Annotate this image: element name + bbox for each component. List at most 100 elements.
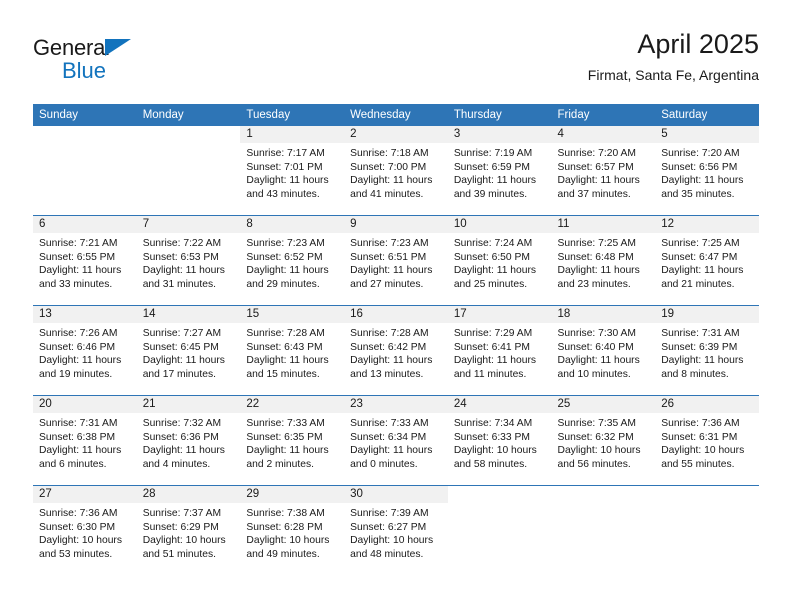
day-cell[interactable] xyxy=(137,126,241,216)
day-info: Sunrise: 7:26 AM Sunset: 6:46 PM Dayligh… xyxy=(33,323,137,381)
day-info: Sunrise: 7:23 AM Sunset: 6:51 PM Dayligh… xyxy=(344,233,448,291)
triangle-icon xyxy=(105,39,131,56)
sunrise-text: Sunrise: 7:22 AM xyxy=(142,238,222,249)
day-cell[interactable]: 19 Sunrise: 7:31 AM Sunset: 6:39 PM Dayl… xyxy=(655,305,759,396)
sunrise-text: Sunrise: 7:20 AM xyxy=(661,148,740,159)
day-cell[interactable]: 9 Sunrise: 7:23 AM Sunset: 6:51 PM Dayli… xyxy=(344,215,448,306)
day-cell[interactable]: 2 Sunrise: 7:18 AM Sunset: 7:00 PM Dayli… xyxy=(344,126,448,216)
day-cell[interactable]: 29 Sunrise: 7:38 AM Sunset: 6:28 PM Dayl… xyxy=(240,485,345,575)
day-cell[interactable]: 21 Sunrise: 7:32 AM Sunset: 6:36 PM Dayl… xyxy=(136,395,241,486)
sunrise-text: Sunrise: 7:33 AM xyxy=(246,418,325,429)
day-number: 23 xyxy=(344,396,448,413)
sunrise-text: Sunrise: 7:29 AM xyxy=(453,328,533,339)
daylight-line2: and 2 minutes. xyxy=(246,458,314,470)
sunset-text: Sunset: 6:45 PM xyxy=(142,341,219,353)
day-number: 20 xyxy=(33,396,137,413)
day-cell[interactable]: 4 Sunrise: 7:20 AM Sunset: 6:57 PM Dayli… xyxy=(551,126,656,216)
day-info: Sunrise: 7:17 AM Sunset: 7:01 PM Dayligh… xyxy=(240,143,344,201)
daylight-line1: Daylight: 11 hours xyxy=(557,175,640,187)
daylight-line1: Daylight: 11 hours xyxy=(350,265,433,277)
day-cell[interactable]: 22 Sunrise: 7:33 AM Sunset: 6:35 PM Dayl… xyxy=(240,395,345,486)
day-cell[interactable]: 6 Sunrise: 7:21 AM Sunset: 6:55 PM Dayli… xyxy=(33,215,137,306)
daylight-line2: and 6 minutes. xyxy=(39,458,107,470)
day-cell[interactable]: 14 Sunrise: 7:27 AM Sunset: 6:45 PM Dayl… xyxy=(136,305,241,396)
day-number: 21 xyxy=(136,396,241,413)
sunrise-text: Sunrise: 7:19 AM xyxy=(453,148,533,159)
day-cell[interactable]: 15 Sunrise: 7:28 AM Sunset: 6:43 PM Dayl… xyxy=(240,305,345,396)
sunrise-text: Sunrise: 7:31 AM xyxy=(661,328,740,339)
sunrise-text: Sunrise: 7:36 AM xyxy=(39,508,118,519)
daylight-line2: and 58 minutes. xyxy=(453,458,528,470)
sunset-text: Sunset: 6:32 PM xyxy=(557,431,634,443)
daylight-line2: and 23 minutes. xyxy=(557,278,631,290)
daylight-line1: Daylight: 10 hours xyxy=(39,535,122,547)
daylight-line1: Daylight: 11 hours xyxy=(350,175,433,187)
daylight-line2: and 55 minutes. xyxy=(661,458,735,470)
sunset-text: Sunset: 6:36 PM xyxy=(142,431,219,443)
daylight-line1: Daylight: 11 hours xyxy=(661,265,744,277)
day-cell[interactable]: 12 Sunrise: 7:25 AM Sunset: 6:47 PM Dayl… xyxy=(655,215,759,306)
day-info: Sunrise: 7:23 AM Sunset: 6:52 PM Dayligh… xyxy=(240,233,344,291)
daylight-line2: and 10 minutes. xyxy=(557,368,631,380)
sunrise-text: Sunrise: 7:28 AM xyxy=(350,328,429,339)
weekday-header-friday: Friday xyxy=(551,104,656,126)
sunrise-text: Sunrise: 7:25 AM xyxy=(661,238,740,249)
daylight-line2: and 13 minutes. xyxy=(350,368,424,380)
day-cell[interactable]: 3 Sunrise: 7:19 AM Sunset: 6:59 PM Dayli… xyxy=(447,126,552,216)
day-cell[interactable]: 1 Sunrise: 7:17 AM Sunset: 7:01 PM Dayli… xyxy=(240,126,345,216)
day-cell[interactable] xyxy=(33,126,137,216)
day-cell[interactable]: 27 Sunrise: 7:36 AM Sunset: 6:30 PM Dayl… xyxy=(33,485,137,575)
day-cell[interactable]: 8 Sunrise: 7:23 AM Sunset: 6:52 PM Dayli… xyxy=(240,215,345,306)
day-info: Sunrise: 7:38 AM Sunset: 6:28 PM Dayligh… xyxy=(240,503,344,561)
day-number xyxy=(552,486,656,503)
sunrise-text: Sunrise: 7:23 AM xyxy=(350,238,429,249)
weekday-header-thursday: Thursday xyxy=(447,104,552,126)
day-number: 16 xyxy=(344,306,448,323)
sunrise-text: Sunrise: 7:25 AM xyxy=(557,238,636,249)
day-number: 10 xyxy=(447,216,552,233)
sunset-text: Sunset: 6:56 PM xyxy=(661,161,738,173)
daylight-line2: and 43 minutes. xyxy=(246,188,320,200)
daylight-line2: and 11 minutes. xyxy=(453,368,527,380)
day-cell[interactable]: 28 Sunrise: 7:37 AM Sunset: 6:29 PM Dayl… xyxy=(136,485,241,575)
day-cell[interactable] xyxy=(551,485,656,575)
sunset-text: Sunset: 6:50 PM xyxy=(453,251,530,263)
day-cell[interactable]: 16 Sunrise: 7:28 AM Sunset: 6:42 PM Dayl… xyxy=(344,305,448,396)
week-row: 1 Sunrise: 7:17 AM Sunset: 7:01 PM Dayli… xyxy=(33,126,759,216)
sunrise-text: Sunrise: 7:30 AM xyxy=(557,328,636,339)
day-cell[interactable]: 7 Sunrise: 7:22 AM Sunset: 6:53 PM Dayli… xyxy=(136,215,241,306)
sunset-text: Sunset: 6:30 PM xyxy=(39,521,116,533)
daylight-line1: Daylight: 11 hours xyxy=(246,445,329,457)
day-cell[interactable]: 26 Sunrise: 7:36 AM Sunset: 6:31 PM Dayl… xyxy=(655,395,759,486)
day-cell[interactable] xyxy=(447,485,552,575)
sunset-text: Sunset: 6:28 PM xyxy=(246,521,323,533)
day-number: 5 xyxy=(655,126,759,143)
day-cell[interactable]: 10 Sunrise: 7:24 AM Sunset: 6:50 PM Dayl… xyxy=(447,215,552,306)
day-cell[interactable]: 17 Sunrise: 7:29 AM Sunset: 6:41 PM Dayl… xyxy=(447,305,552,396)
sunset-text: Sunset: 6:35 PM xyxy=(246,431,323,443)
daylight-line1: Daylight: 11 hours xyxy=(350,355,433,367)
daylight-line1: Daylight: 11 hours xyxy=(453,175,537,187)
sunrise-text: Sunrise: 7:36 AM xyxy=(661,418,740,429)
day-cell[interactable]: 25 Sunrise: 7:35 AM Sunset: 6:32 PM Dayl… xyxy=(551,395,656,486)
page-header: General Blue April 2025 Firmat, Santa Fe… xyxy=(33,28,759,98)
day-cell[interactable]: 20 Sunrise: 7:31 AM Sunset: 6:38 PM Dayl… xyxy=(33,395,137,486)
day-number: 12 xyxy=(655,216,759,233)
day-info: Sunrise: 7:29 AM Sunset: 6:41 PM Dayligh… xyxy=(448,323,552,381)
day-cell[interactable]: 30 Sunrise: 7:39 AM Sunset: 6:27 PM Dayl… xyxy=(344,485,448,575)
day-info: Sunrise: 7:39 AM Sunset: 6:27 PM Dayligh… xyxy=(344,503,448,561)
day-cell[interactable]: 11 Sunrise: 7:25 AM Sunset: 6:48 PM Dayl… xyxy=(551,215,656,306)
day-cell[interactable]: 24 Sunrise: 7:34 AM Sunset: 6:33 PM Dayl… xyxy=(447,395,552,486)
day-info: Sunrise: 7:21 AM Sunset: 6:55 PM Dayligh… xyxy=(33,233,137,291)
day-cell[interactable]: 5 Sunrise: 7:20 AM Sunset: 6:56 PM Dayli… xyxy=(655,126,759,216)
daylight-line1: Daylight: 11 hours xyxy=(246,265,329,277)
day-number xyxy=(33,126,137,143)
title-block: April 2025 Firmat, Santa Fe, Argentina xyxy=(588,28,759,85)
sunrise-text: Sunrise: 7:20 AM xyxy=(557,148,636,159)
day-number: 24 xyxy=(447,396,552,413)
day-cell[interactable] xyxy=(655,485,759,575)
daylight-line1: Daylight: 11 hours xyxy=(39,445,122,457)
day-cell[interactable]: 13 Sunrise: 7:26 AM Sunset: 6:46 PM Dayl… xyxy=(33,305,137,396)
day-cell[interactable]: 23 Sunrise: 7:33 AM Sunset: 6:34 PM Dayl… xyxy=(344,395,448,486)
day-cell[interactable]: 18 Sunrise: 7:30 AM Sunset: 6:40 PM Dayl… xyxy=(551,305,656,396)
